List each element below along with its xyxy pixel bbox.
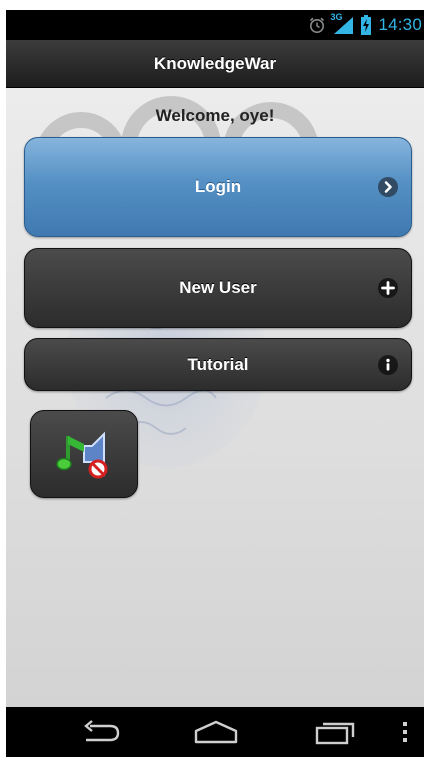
new-user-button-label: New User: [179, 278, 257, 297]
tutorial-button-label: Tutorial: [187, 354, 249, 374]
status-time: 14:30: [378, 15, 422, 34]
info-icon: [377, 354, 399, 376]
menu-button[interactable]: [392, 707, 418, 757]
status-icons: 3G 14:30: [308, 10, 424, 40]
login-button-label: Login: [194, 177, 242, 196]
new-user-button[interactable]: New User: [24, 248, 412, 328]
recent-apps-icon: [315, 722, 355, 745]
signal-icon: 3G: [330, 12, 354, 35]
plus-icon: [377, 277, 399, 299]
login-button[interactable]: Login: [24, 137, 412, 237]
status-bar: 3G 14:30: [6, 10, 424, 40]
home-button[interactable]: [181, 707, 251, 757]
nav-bar: [6, 707, 424, 757]
app-title: KnowledgeWar: [153, 53, 277, 73]
welcome-message: Welcome, oye!: [155, 106, 275, 125]
chevron-right-icon: [377, 176, 399, 198]
recent-apps-button[interactable]: [301, 707, 371, 757]
main-content: Welcome, oye! Login New User Tutorial: [6, 88, 424, 707]
alarm-icon: [308, 16, 326, 34]
tutorial-button[interactable]: Tutorial: [24, 338, 412, 391]
back-button[interactable]: [66, 707, 136, 757]
network-type-label: 3G: [330, 12, 343, 22]
battery-charging-icon: [360, 15, 372, 35]
phone-screen: 3G 14:30 KnowledgeWar Welcome, oye! Logi…: [6, 10, 424, 757]
back-icon: [84, 720, 120, 742]
home-icon: [194, 720, 238, 744]
sound-toggle-button[interactable]: [30, 410, 138, 498]
app-header: KnowledgeWar: [6, 40, 424, 88]
music-muted-icon: [56, 431, 108, 479]
menu-icon: [403, 722, 407, 742]
